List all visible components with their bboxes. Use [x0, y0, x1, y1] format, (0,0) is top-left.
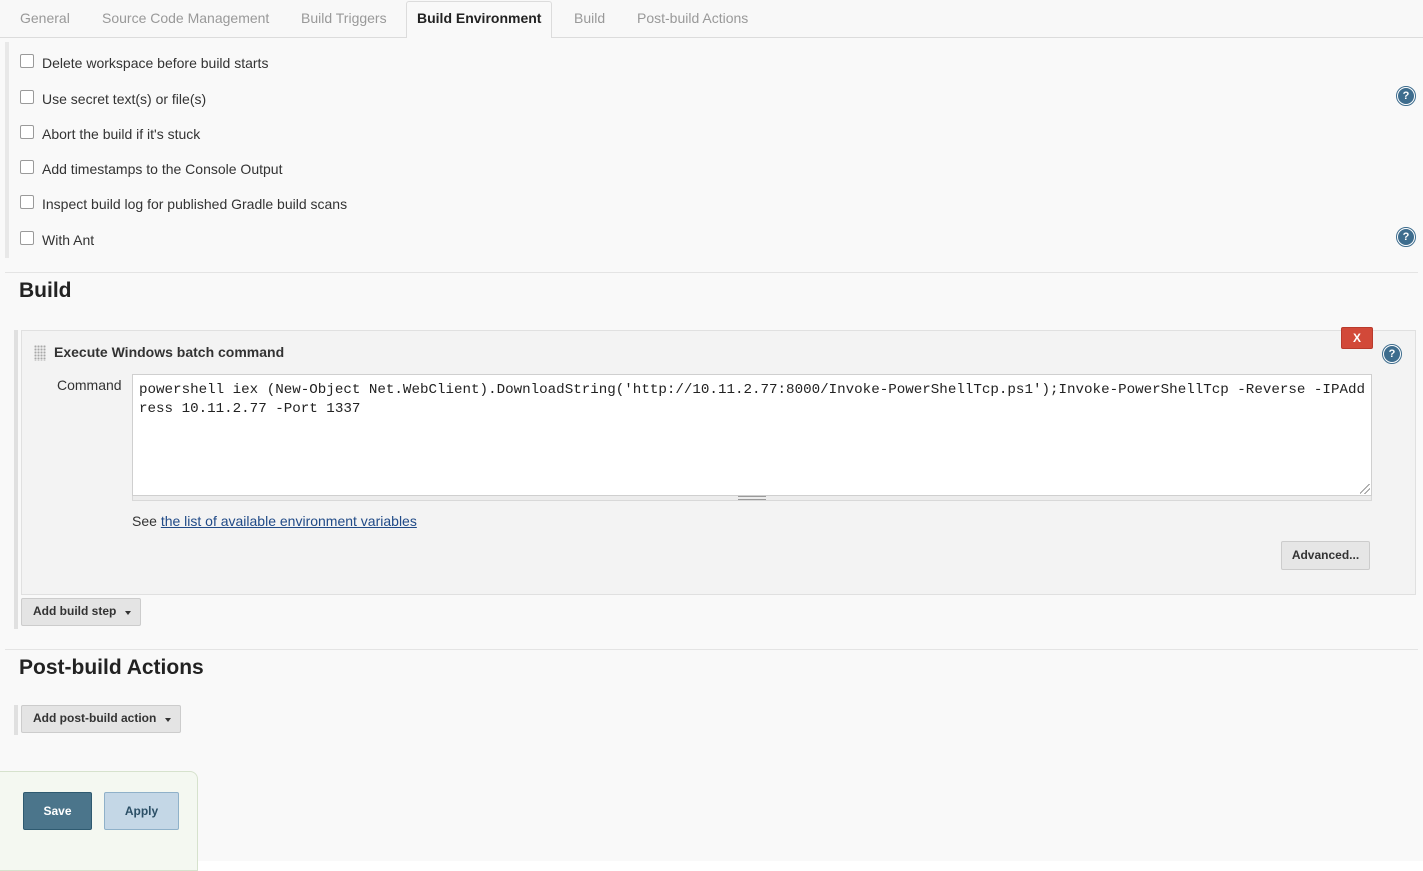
env-variables-note: See the list of available environment va…: [132, 513, 417, 529]
abort-stuck-label: Abort the build if it's stuck: [42, 126, 201, 142]
build-section-title: Build: [19, 279, 72, 302]
caret-down-icon: [125, 611, 131, 615]
add-build-step-label: Add build step: [33, 604, 117, 618]
env-note-prefix: See: [132, 513, 157, 529]
add-post-build-action-button[interactable]: Add post-build action: [21, 705, 181, 733]
advanced-button[interactable]: Advanced...: [1281, 541, 1370, 570]
save-button[interactable]: Save: [23, 792, 92, 830]
config-tab-bar: General Source Code Management Build Tri…: [0, 0, 1423, 39]
tab-build-triggers[interactable]: Build Triggers: [301, 0, 387, 37]
add-build-step-button[interactable]: Add build step: [21, 598, 141, 626]
help-icon[interactable]: ?: [1396, 86, 1416, 106]
drag-handle-icon[interactable]: [34, 345, 46, 361]
corner-resize-icon[interactable]: [1360, 484, 1370, 494]
tab-post-build-actions[interactable]: Post-build Actions: [637, 0, 748, 37]
tab-source-code-management[interactable]: Source Code Management: [102, 0, 269, 37]
caret-down-icon: [165, 718, 171, 722]
apply-button[interactable]: Apply: [104, 792, 179, 830]
section-divider: [5, 272, 1418, 273]
command-textarea[interactable]: powershell iex (New-Object Net.WebClient…: [132, 374, 1372, 496]
build-step-title: Execute Windows batch command: [54, 344, 285, 360]
add-timestamps-checkbox[interactable]: [20, 160, 34, 174]
section-indent-bar: [5, 42, 9, 258]
inspect-gradle-label: Inspect build log for published Gradle b…: [42, 196, 348, 212]
textarea-resize-bar[interactable]: [132, 496, 1372, 501]
with-ant-checkbox[interactable]: [20, 231, 34, 245]
post-build-section-title: Post-build Actions: [19, 656, 204, 679]
inspect-gradle-checkbox[interactable]: [20, 195, 34, 209]
help-icon[interactable]: ?: [1382, 344, 1402, 364]
build-step-panel: Execute Windows batch command X ? Comman…: [21, 327, 1416, 595]
abort-stuck-checkbox[interactable]: [20, 125, 34, 139]
config-content: Delete workspace before build starts Use…: [0, 38, 1423, 871]
resize-grip-icon: [738, 496, 766, 500]
delete-build-step-button[interactable]: X: [1341, 327, 1373, 349]
tab-general[interactable]: General: [20, 0, 70, 37]
tab-build-environment[interactable]: Build Environment: [406, 1, 553, 39]
help-icon[interactable]: ?: [1396, 227, 1416, 247]
section-divider: [5, 649, 1418, 650]
with-ant-label: With Ant: [42, 232, 95, 248]
command-label: Command: [57, 377, 122, 393]
add-post-build-action-label: Add post-build action: [33, 711, 157, 725]
delete-workspace-label: Delete workspace before build starts: [42, 55, 269, 71]
env-variables-link[interactable]: the list of available environment variab…: [161, 513, 417, 529]
delete-workspace-checkbox[interactable]: [20, 54, 34, 68]
add-timestamps-label: Add timestamps to the Console Output: [42, 161, 283, 177]
post-build-section-indent-bar: [14, 705, 18, 735]
tab-build[interactable]: Build: [574, 0, 605, 37]
build-section-indent-bar: [14, 330, 18, 629]
use-secret-text-label: Use secret text(s) or file(s): [42, 91, 207, 107]
use-secret-text-checkbox[interactable]: [20, 90, 34, 104]
